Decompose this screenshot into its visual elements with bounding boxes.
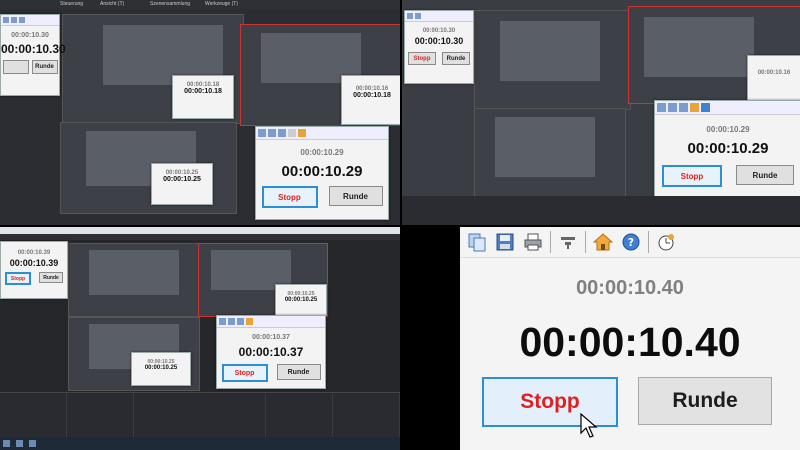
home-icon[interactable] (592, 231, 614, 253)
menu-bar: Datei (F) Bearbeiten Ansicht (V) Szenens… (0, 234, 400, 248)
preview-tile-recursive: 00:00:10.25 00:00:10.25 (198, 243, 328, 317)
preview-tile (68, 243, 200, 317)
obs-panels (402, 196, 800, 225)
screen-capture-top-left: Steuerung Ansicht (T) Szenensammlung Wer… (0, 0, 400, 225)
lap-time: 00:00:10.30 (11, 32, 49, 39)
preview-tile (474, 10, 631, 110)
stopwatch-window-small: 00:00:10.25 00:00:10.25 (151, 163, 213, 205)
lap-time: 00:00:10.37 (252, 334, 290, 341)
sources-panel[interactable] (67, 393, 134, 438)
taskbar (0, 437, 400, 450)
copy-icon[interactable] (466, 231, 488, 253)
controls-panel[interactable] (333, 393, 400, 438)
main-time: 00:00:10.18 (184, 88, 222, 95)
stopwatch-window: 00:00:10.29 00:00:10.29 Stopp Runde (654, 100, 800, 198)
menu-item[interactable]: Werkzeuge (T) (205, 1, 238, 7)
menu-item[interactable]: Ansicht (T) (100, 1, 124, 7)
stop-button[interactable]: Stopp (662, 165, 722, 187)
audio-mixer-panel[interactable] (134, 393, 267, 438)
main-time: 00:00:10.29 (687, 140, 769, 157)
stopwatch-window-small: 00:00:10.25 00:00:10.25 (131, 352, 191, 386)
window-title-bar (0, 227, 400, 234)
lap-button[interactable]: Runde (39, 272, 63, 283)
svg-text:?: ? (628, 236, 634, 249)
main-time: 00:00:10.37 (238, 345, 304, 359)
main-time: 00:00:10.25 (284, 297, 318, 303)
screen-capture-top-right: 00:00:10.16 00:00:10.30 00:00:10.30 Stop… (402, 0, 800, 225)
zoomed-stopwatch: ? 00:00:10.40 00:00:10.40 Stopp Runde (402, 227, 800, 450)
stopwatch-window: 00:00:10.39 00:00:10.39 Stopp Runde (0, 241, 68, 299)
stopwatch-window-small: 00:00:10.25 00:00:10.25 (275, 284, 327, 316)
main-time: 00:00:10.40 (519, 319, 741, 365)
stopwatch-window: 00:00:10.30 00:00:10.30 Runde (0, 14, 66, 96)
help-icon[interactable]: ? (620, 231, 642, 253)
menu-item[interactable]: Steuerung (60, 1, 83, 7)
stopwatch-window: 00:00:10.37 00:00:10.37 Stopp Runde (216, 315, 326, 389)
obs-panels (0, 392, 400, 438)
stopwatch-window-small: 00:00:10.16 (747, 55, 800, 101)
print-icon[interactable] (522, 231, 544, 253)
stopwatch-window: ? 00:00:10.40 00:00:10.40 Stopp Runde (460, 227, 800, 450)
filter-icon[interactable] (557, 231, 579, 253)
stopwatch-window: 00:00:10.30 00:00:10.30 Stopp Runde (404, 10, 474, 84)
stop-button[interactable]: Stopp (261, 186, 318, 208)
lap-button[interactable]: Runde (638, 377, 772, 425)
search-icon[interactable] (16, 440, 23, 447)
main-time: 00:00:10.18 (353, 92, 391, 99)
preview-tile: 00:00:10.25 00:00:10.25 (60, 122, 237, 214)
stop-button[interactable]: Stopp (408, 52, 436, 65)
save-icon[interactable] (494, 231, 516, 253)
start-icon[interactable] (3, 440, 10, 447)
stopwatch-window-small: 00:00:10.16 00:00:10.18 (341, 75, 400, 125)
toolbar-separator (585, 231, 586, 253)
stop-button[interactable]: Stopp (5, 272, 31, 285)
transitions-panel[interactable] (266, 393, 334, 438)
lap-time: 00:00:10.29 (706, 125, 750, 134)
main-time: 00:00:10.29 (281, 163, 363, 180)
stopwatch-window-small: 00:00:10.18 00:00:10.18 (172, 75, 234, 119)
preview-tile (474, 108, 626, 198)
lap-button[interactable]: Runde (31, 60, 58, 74)
menu-item[interactable]: Szenensammlung (150, 1, 190, 7)
preview-tile: 00:00:10.25 00:00:10.25 (68, 317, 200, 391)
stop-button[interactable] (2, 60, 29, 74)
lap-time: 00:00:10.29 (300, 148, 344, 157)
lap-button[interactable]: Runde (736, 165, 794, 185)
screen-capture-bottom-left: Datei (F) Bearbeiten Ansicht (V) Szenens… (0, 227, 400, 450)
stop-button[interactable]: Stopp (221, 364, 268, 382)
lap-button[interactable]: Runde (276, 364, 321, 380)
toolbar-separator (648, 231, 649, 253)
toolbar-separator (550, 231, 551, 253)
lap-time: 00:00:10.16 (757, 70, 791, 76)
main-time: 00:00:10.30 (414, 36, 464, 46)
scenes-panel[interactable] (0, 393, 67, 438)
lap-time: 00:00:10.40 (576, 277, 684, 299)
menu-bar: Steuerung Ansicht (T) Szenensammlung Wer… (0, 0, 400, 9)
lap-button[interactable]: Runde (442, 52, 470, 65)
lap-button[interactable]: Runde (328, 186, 383, 206)
stopwatch-window: 00:00:10.29 00:00:10.29 Stopp Runde (255, 126, 389, 220)
main-time: 00:00:10.30 (1, 42, 66, 56)
lap-time: 00:00:10.30 (422, 28, 456, 34)
mouse-cursor-icon (580, 413, 598, 438)
taskview-icon[interactable] (29, 440, 36, 447)
main-time: 00:00:10.25 (163, 176, 201, 183)
main-time: 00:00:10.39 (9, 258, 59, 268)
preview-tile-recursive: 00:00:10.16 00:00:10.18 (240, 24, 400, 126)
preview-tile-recursive: 00:00:10.16 (628, 6, 800, 104)
toolbar: ? (460, 227, 800, 258)
clock-settings-icon[interactable] (655, 231, 677, 253)
lap-time: 00:00:10.39 (17, 250, 51, 256)
main-time: 00:00:10.25 (144, 365, 178, 371)
